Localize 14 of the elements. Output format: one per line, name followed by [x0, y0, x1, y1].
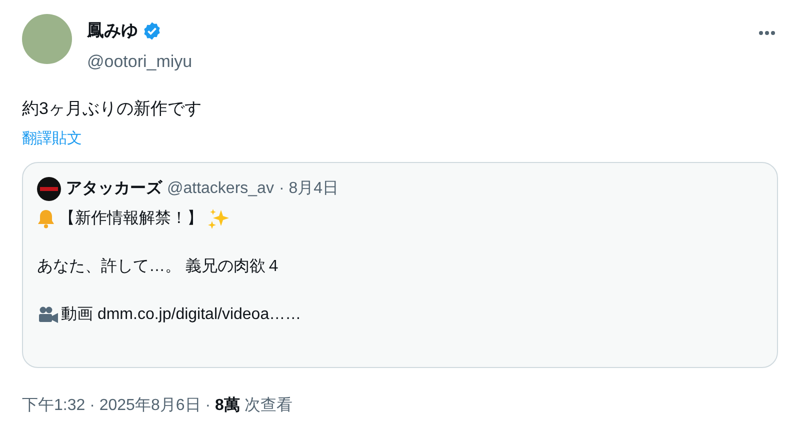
logo-icon — [37, 177, 61, 201]
quote-text: 【新作情報解禁！】 — [59, 208, 203, 229]
post-timestamp-and-views: 下午1:32 · 2025年8月6日 · 8萬 次查看 — [22, 396, 294, 416]
quoted-post-date: · 8月4日 — [278, 179, 339, 199]
sparkles-icon — [207, 207, 231, 231]
quoted-display-name: アタッカーズ — [66, 178, 162, 199]
more-options-icon[interactable] — [758, 30, 776, 36]
quoted-user-handle: @attackers_av — [167, 179, 274, 199]
quoted-post-card[interactable]: アタッカーズ @attackers_av · 8月4日 【新作情報解禁！】 あなた、許して…。 義兄の肉欲４ 動画 dmm.co.jp/digital/videoa…… — [22, 162, 778, 368]
display-name[interactable]: 鳳みゆ — [87, 18, 138, 44]
quote-text: あなた、許して…。 義兄の肉欲４ — [37, 258, 282, 275]
post-text: 約3ヶ月ぶりの新作です — [22, 98, 202, 120]
user-handle[interactable]: @ootori_miyu — [87, 48, 192, 74]
quote-text: 動画 dmm.co.jp/digital/videoa…… — [61, 305, 302, 325]
